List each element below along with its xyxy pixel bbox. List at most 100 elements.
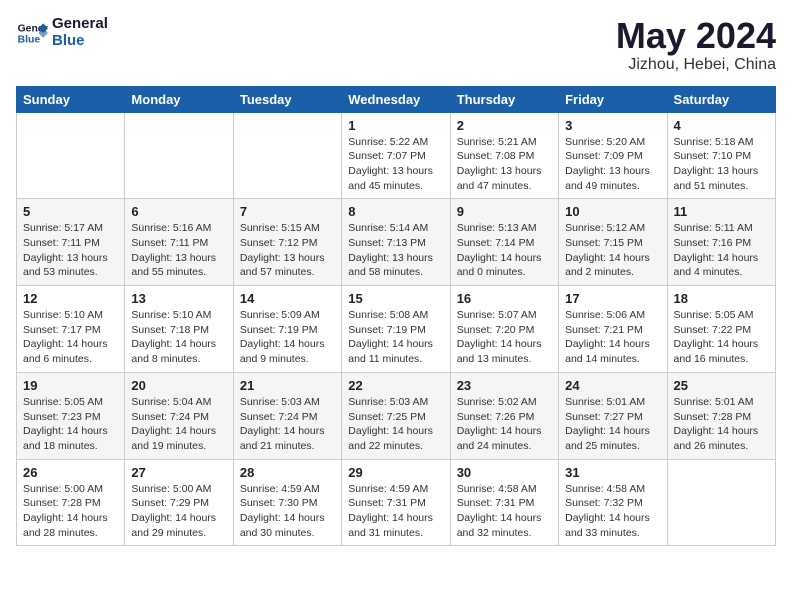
day-info: Sunrise: 5:00 AMSunset: 7:29 PMDaylight:… — [131, 482, 226, 541]
day-number: 6 — [131, 204, 226, 219]
calendar-cell: 30Sunrise: 4:58 AMSunset: 7:31 PMDayligh… — [450, 459, 558, 546]
day-info: Sunrise: 5:12 AMSunset: 7:15 PMDaylight:… — [565, 221, 660, 280]
calendar-week-row: 26Sunrise: 5:00 AMSunset: 7:28 PMDayligh… — [17, 459, 776, 546]
calendar-cell: 23Sunrise: 5:02 AMSunset: 7:26 PMDayligh… — [450, 372, 558, 459]
calendar-cell: 31Sunrise: 4:58 AMSunset: 7:32 PMDayligh… — [559, 459, 667, 546]
day-number: 2 — [457, 118, 552, 133]
day-number: 15 — [348, 291, 443, 306]
calendar-header-row: SundayMondayTuesdayWednesdayThursdayFrid… — [17, 86, 776, 112]
day-header-wednesday: Wednesday — [342, 86, 450, 112]
day-number: 20 — [131, 378, 226, 393]
day-header-monday: Monday — [125, 86, 233, 112]
day-header-saturday: Saturday — [667, 86, 775, 112]
month-title: May 2024 — [616, 16, 776, 56]
logo-text-line2: Blue — [52, 33, 108, 50]
day-number: 29 — [348, 465, 443, 480]
day-info: Sunrise: 5:10 AMSunset: 7:18 PMDaylight:… — [131, 308, 226, 367]
day-number: 7 — [240, 204, 335, 219]
day-header-friday: Friday — [559, 86, 667, 112]
calendar-week-row: 12Sunrise: 5:10 AMSunset: 7:17 PMDayligh… — [17, 286, 776, 373]
calendar-cell — [125, 112, 233, 199]
day-number: 24 — [565, 378, 660, 393]
calendar-cell: 1 Sunrise: 5:22 AMSunset: 7:07 PMDaylight… — [342, 112, 450, 199]
day-number: 19 — [23, 378, 118, 393]
day-info: Sunrise: 4:59 AMSunset: 7:31 PMDaylight:… — [348, 482, 443, 541]
calendar-week-row: 1 Sunrise: 5:22 AMSunset: 7:07 PMDaylight… — [17, 112, 776, 199]
svg-text:Blue: Blue — [18, 34, 41, 45]
calendar-cell: 16Sunrise: 5:07 AMSunset: 7:20 PMDayligh… — [450, 286, 558, 373]
calendar-week-row: 19 Sunrise: 5:05 AMSunset: 7:23 PMDayligh… — [17, 372, 776, 459]
day-header-thursday: Thursday — [450, 86, 558, 112]
calendar-cell: 21Sunrise: 5:03 AMSunset: 7:24 PMDayligh… — [233, 372, 341, 459]
day-number: 12 — [23, 291, 118, 306]
day-info: Sunrise: 5:05 AMSunset: 7:22 PMDaylight:… — [674, 308, 769, 367]
calendar-cell: 5Sunrise: 5:17 AMSunset: 7:11 PMDaylight… — [17, 199, 125, 286]
day-info: Sunrise: 5:03 AMSunset: 7:25 PMDaylight:… — [348, 395, 443, 454]
day-info: Sunrise: 4:58 AMSunset: 7:32 PMDaylight:… — [565, 482, 660, 541]
calendar-cell: 15 Sunrise: 5:08 AMSunset: 7:19 PMDayligh… — [342, 286, 450, 373]
calendar-cell: 2 Sunrise: 5:21 AMSunset: 7:08 PMDaylight… — [450, 112, 558, 199]
calendar-cell: 4 Sunrise: 5:18 AMSunset: 7:10 PMDaylight… — [667, 112, 775, 199]
calendar-cell: 14 Sunrise: 5:09 AMSunset: 7:19 PMDayligh… — [233, 286, 341, 373]
day-info: Sunrise: 5:15 AMSunset: 7:12 PMDaylight:… — [240, 221, 335, 280]
calendar-cell: 24 Sunrise: 5:01 AMSunset: 7:27 PMDayligh… — [559, 372, 667, 459]
day-number: 18 — [674, 291, 769, 306]
calendar-cell: 29 Sunrise: 4:59 AMSunset: 7:31 PMDayligh… — [342, 459, 450, 546]
logo-text-line1: General — [52, 16, 108, 33]
day-info: Sunrise: 5:05 AMSunset: 7:23 PMDaylight:… — [23, 395, 118, 454]
day-number: 22 — [348, 378, 443, 393]
calendar-cell: 22 Sunrise: 5:03 AMSunset: 7:25 PMDayligh… — [342, 372, 450, 459]
logo: General Blue General Blue — [16, 16, 108, 49]
day-number: 9 — [457, 204, 552, 219]
day-info: Sunrise: 5:00 AMSunset: 7:28 PMDaylight:… — [23, 482, 118, 541]
calendar-cell: 20Sunrise: 5:04 AMSunset: 7:24 PMDayligh… — [125, 372, 233, 459]
calendar-cell: 13 Sunrise: 5:10 AMSunset: 7:18 PMDayligh… — [125, 286, 233, 373]
day-header-tuesday: Tuesday — [233, 86, 341, 112]
calendar-cell: 8Sunrise: 5:14 AMSunset: 7:13 PMDaylight… — [342, 199, 450, 286]
calendar-cell: 28Sunrise: 4:59 AMSunset: 7:30 PMDayligh… — [233, 459, 341, 546]
day-info: Sunrise: 5:09 AMSunset: 7:19 PMDaylight:… — [240, 308, 335, 367]
day-number: 25 — [674, 378, 769, 393]
calendar-cell: 26Sunrise: 5:00 AMSunset: 7:28 PMDayligh… — [17, 459, 125, 546]
day-info: Sunrise: 5:22 AMSunset: 7:07 PMDaylight:… — [348, 135, 443, 194]
day-number: 4 — [674, 118, 769, 133]
day-number: 10 — [565, 204, 660, 219]
location: Jizhou, Hebei, China — [616, 56, 776, 74]
day-info: Sunrise: 4:59 AMSunset: 7:30 PMDaylight:… — [240, 482, 335, 541]
calendar-cell: 12Sunrise: 5:10 AMSunset: 7:17 PMDayligh… — [17, 286, 125, 373]
day-number: 14 — [240, 291, 335, 306]
calendar-cell: 18 Sunrise: 5:05 AMSunset: 7:22 PMDayligh… — [667, 286, 775, 373]
day-number: 17 — [565, 291, 660, 306]
day-info: Sunrise: 5:07 AMSunset: 7:20 PMDaylight:… — [457, 308, 552, 367]
calendar-cell: 27Sunrise: 5:00 AMSunset: 7:29 PMDayligh… — [125, 459, 233, 546]
day-number: 23 — [457, 378, 552, 393]
day-number: 3 — [565, 118, 660, 133]
calendar-cell: 11 Sunrise: 5:11 AMSunset: 7:16 PMDayligh… — [667, 199, 775, 286]
day-header-sunday: Sunday — [17, 86, 125, 112]
calendar-cell: 17 Sunrise: 5:06 AMSunset: 7:21 PMDayligh… — [559, 286, 667, 373]
calendar-cell: 3 Sunrise: 5:20 AMSunset: 7:09 PMDaylight… — [559, 112, 667, 199]
day-info: Sunrise: 5:18 AMSunset: 7:10 PMDaylight:… — [674, 135, 769, 194]
calendar-cell — [17, 112, 125, 199]
day-info: Sunrise: 5:21 AMSunset: 7:08 PMDaylight:… — [457, 135, 552, 194]
day-number: 11 — [674, 204, 769, 219]
day-info: Sunrise: 5:06 AMSunset: 7:21 PMDaylight:… — [565, 308, 660, 367]
calendar-cell: 10 Sunrise: 5:12 AMSunset: 7:15 PMDayligh… — [559, 199, 667, 286]
day-info: Sunrise: 5:11 AMSunset: 7:16 PMDaylight:… — [674, 221, 769, 280]
day-number: 5 — [23, 204, 118, 219]
calendar-cell — [233, 112, 341, 199]
calendar-cell — [667, 459, 775, 546]
day-info: Sunrise: 5:14 AMSunset: 7:13 PMDaylight:… — [348, 221, 443, 280]
calendar-cell: 7 Sunrise: 5:15 AMSunset: 7:12 PMDaylight… — [233, 199, 341, 286]
day-info: Sunrise: 5:20 AMSunset: 7:09 PMDaylight:… — [565, 135, 660, 194]
title-block: May 2024 Jizhou, Hebei, China — [616, 16, 776, 74]
calendar-cell: 6Sunrise: 5:16 AMSunset: 7:11 PMDaylight… — [125, 199, 233, 286]
day-info: Sunrise: 5:08 AMSunset: 7:19 PMDaylight:… — [348, 308, 443, 367]
calendar-cell: 19 Sunrise: 5:05 AMSunset: 7:23 PMDayligh… — [17, 372, 125, 459]
day-info: Sunrise: 4:58 AMSunset: 7:31 PMDaylight:… — [457, 482, 552, 541]
day-number: 1 — [348, 118, 443, 133]
logo-icon: General Blue — [16, 17, 48, 49]
day-info: Sunrise: 5:01 AMSunset: 7:27 PMDaylight:… — [565, 395, 660, 454]
day-number: 13 — [131, 291, 226, 306]
day-number: 21 — [240, 378, 335, 393]
